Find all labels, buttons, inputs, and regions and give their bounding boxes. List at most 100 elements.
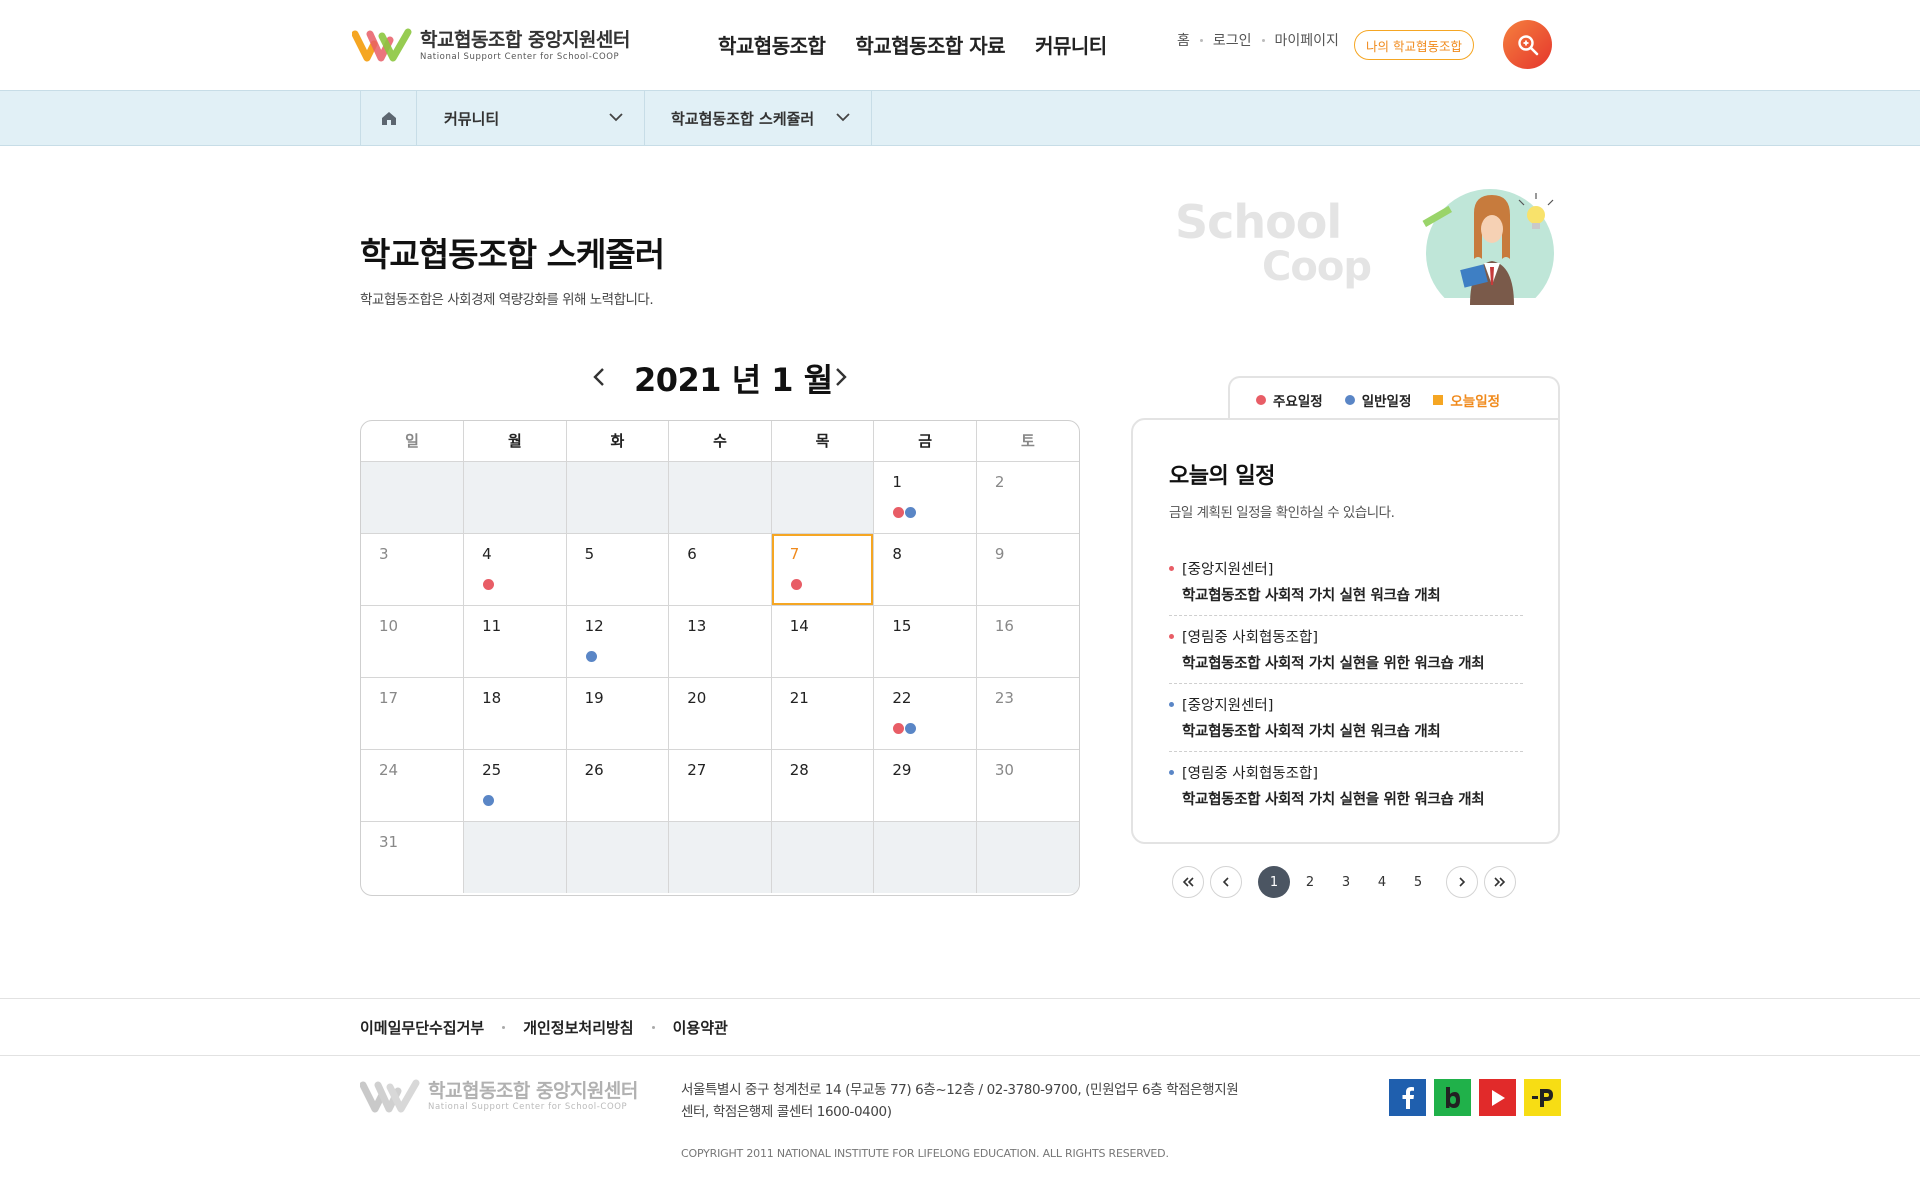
page-number-5[interactable]: 5 [1402, 866, 1434, 898]
next-page-button[interactable] [1446, 866, 1478, 898]
calendar-day[interactable]: 18 [463, 677, 567, 750]
previous-month-button[interactable] [590, 365, 610, 389]
weekday-header: 화 [566, 421, 670, 462]
nav-item-community[interactable]: 커뮤니티 [1035, 30, 1107, 59]
login-link[interactable]: 로그인 [1213, 30, 1252, 50]
post-button[interactable] [1524, 1079, 1561, 1116]
privacy-policy-link[interactable]: 개인정보처리방침 [523, 1017, 633, 1038]
breadcrumb-level1[interactable]: 커뮤니티 [417, 91, 645, 145]
calendar-day[interactable]: 10 [361, 605, 465, 678]
event-dots [585, 650, 597, 662]
double-chevron-left-icon [1182, 877, 1194, 887]
calendar-day[interactable]: 12 [566, 605, 670, 678]
page-number-4[interactable]: 4 [1366, 866, 1398, 898]
day-number: 11 [482, 616, 502, 635]
calendar-day[interactable]: 9 [976, 533, 1079, 606]
calendar-day[interactable]: 30 [976, 749, 1079, 822]
calendar-day[interactable]: 4 [463, 533, 567, 606]
event-dots [893, 722, 917, 734]
next-month-button[interactable] [830, 365, 850, 389]
event-bullet-icon [1169, 702, 1174, 707]
facebook-button[interactable] [1389, 1079, 1426, 1116]
event-item[interactable]: [영림중 사회협동조합] 학교협동조합 사회적 가치 실현을 위한 워크숍 개최 [1169, 752, 1523, 820]
general-event-dot-icon [905, 722, 917, 734]
footer-logo-mark-icon [360, 1079, 420, 1113]
event-item[interactable]: [중앙지원센터] 학교협동조합 사회적 가치 실현 워크숍 개최 [1169, 684, 1523, 752]
calendar-day[interactable]: 28 [771, 749, 875, 822]
calendar-day[interactable]: 3 [361, 533, 465, 606]
calendar-day[interactable]: 15 [873, 605, 977, 678]
chevron-down-icon [836, 113, 850, 122]
calendar-week-row: 3 4 5 6 7 8 9 [361, 533, 1079, 606]
calendar-day[interactable]: 5 [566, 533, 670, 606]
calendar-day[interactable]: 26 [566, 749, 670, 822]
calendar-day[interactable]: 13 [668, 605, 772, 678]
calendar-day[interactable]: 2 [976, 461, 1079, 534]
calendar-day[interactable]: 27 [668, 749, 772, 822]
calendar-day[interactable]: 24 [361, 749, 465, 822]
event-title: 학교협동조합 사회적 가치 실현을 위한 워크숍 개최 [1182, 656, 1485, 672]
last-page-button[interactable] [1484, 866, 1516, 898]
calendar-day[interactable]: 31 [361, 821, 465, 893]
breadcrumb-home[interactable] [360, 91, 417, 145]
calendar-month-nav: 2021 년 1 월 [590, 355, 850, 399]
major-event-dot-icon [893, 722, 905, 734]
page-number-2[interactable]: 2 [1294, 866, 1326, 898]
page-number-3[interactable]: 3 [1330, 866, 1362, 898]
day-number: 30 [994, 760, 1014, 779]
calendar-empty-cell [668, 821, 772, 893]
calendar-day[interactable]: 20 [668, 677, 772, 750]
email-refusal-link[interactable]: 이메일무단수집거부 [360, 1017, 484, 1038]
breadcrumb-level2[interactable]: 학교협동조합 스케쥴러 [645, 91, 872, 145]
mypage-link[interactable]: 마이페이지 [1275, 30, 1339, 50]
my-coop-button[interactable]: 나의 학교협동조합 [1354, 30, 1474, 60]
nav-item-resources[interactable]: 학교협동조합 자료 [855, 30, 1005, 59]
util-separator [1199, 38, 1203, 42]
event-dots [893, 506, 917, 518]
legend-major-label: 주요일정 [1273, 394, 1323, 410]
calendar-day[interactable]: 19 [566, 677, 670, 750]
home-link[interactable]: 홈 [1177, 30, 1190, 50]
event-organization: [중앙지원센터] [1182, 562, 1274, 578]
blog-button[interactable] [1434, 1079, 1471, 1116]
event-item[interactable]: [중앙지원센터] 학교협동조합 사회적 가치 실현 워크숍 개최 [1169, 548, 1523, 616]
footer-copyright: COPYRIGHT 2011 NATIONAL INSTITUTE FOR LI… [681, 1147, 1169, 1160]
event-item[interactable]: [영림중 사회협동조합] 학교협동조합 사회적 가치 실현을 위한 워크숍 개최 [1169, 616, 1523, 684]
site-logo[interactable]: 학교협동조합 중앙지원센터 National Support Center fo… [352, 26, 630, 64]
calendar-empty-cell [976, 821, 1079, 893]
chevron-right-icon [1459, 877, 1466, 887]
nav-item-school-coop[interactable]: 학교협동조합 [718, 30, 826, 59]
footer-address: 서울특별시 중구 청계천로 14 (무교동 77) 6층~12층 / 02-37… [681, 1082, 1239, 1120]
search-button[interactable] [1503, 20, 1552, 69]
first-page-button[interactable] [1172, 866, 1204, 898]
calendar-day-today[interactable]: 7 [771, 533, 875, 606]
calendar-day[interactable]: 17 [361, 677, 465, 750]
calendar-day[interactable]: 1 [873, 461, 977, 534]
calendar-grid: 일월화수목금토 1 2 3 4 5 6 7 8 9 10 11 12 13 14 15 16 17 18 19 20 2… [361, 421, 1079, 893]
day-number: 28 [789, 760, 809, 779]
calendar-day[interactable]: 8 [873, 533, 977, 606]
calendar-day[interactable]: 14 [771, 605, 875, 678]
legend-major: 주요일정 [1256, 390, 1323, 410]
chevron-down-icon [609, 113, 623, 122]
calendar-day[interactable]: 29 [873, 749, 977, 822]
calendar-day[interactable]: 22 [873, 677, 977, 750]
day-number: 12 [584, 616, 604, 635]
calendar-day[interactable]: 25 [463, 749, 567, 822]
youtube-button[interactable] [1479, 1079, 1516, 1116]
calendar-day[interactable]: 6 [668, 533, 772, 606]
calendar-day[interactable]: 21 [771, 677, 875, 750]
logo-mark-icon [352, 28, 412, 62]
general-event-dot-icon [585, 650, 597, 662]
util-separator [1261, 38, 1265, 42]
day-number: 17 [379, 688, 399, 707]
event-title: 학교협동조합 사회적 가치 실현 워크숍 개최 [1182, 588, 1441, 604]
calendar-day[interactable]: 11 [463, 605, 567, 678]
calendar-day[interactable]: 16 [976, 605, 1079, 678]
prev-page-button[interactable] [1210, 866, 1242, 898]
general-event-dot-icon [483, 794, 495, 806]
page-number-1[interactable]: 1 [1258, 866, 1290, 898]
calendar-day[interactable]: 23 [976, 677, 1079, 750]
terms-link[interactable]: 이용약관 [673, 1017, 728, 1038]
blog-icon [1445, 1086, 1460, 1108]
